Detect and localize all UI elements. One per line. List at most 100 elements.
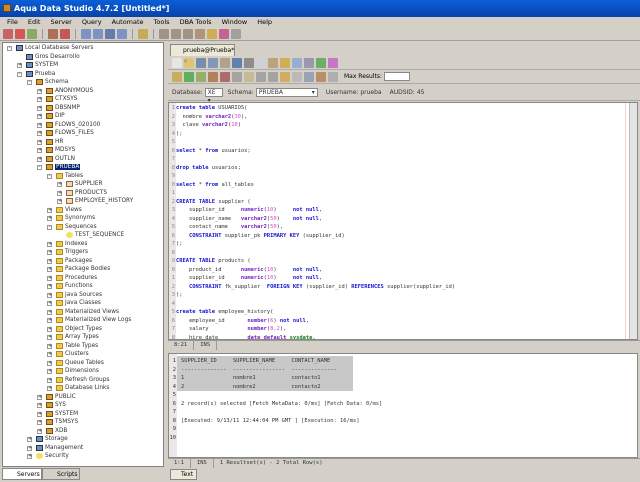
tree-item[interactable]: ANONYMOUS (55, 87, 93, 96)
tree-item[interactable]: EMPLOYEE_HISTORY (75, 197, 133, 206)
tree-expander-icon[interactable]: + (47, 258, 52, 264)
tree-item[interactable]: Local Database Servers (25, 44, 93, 53)
tree-item[interactable]: DBSNMP (55, 104, 80, 113)
tree-expander-icon[interactable]: + (37, 139, 42, 145)
tree-expander-icon[interactable]: + (47, 207, 52, 213)
tree-item[interactable]: Package Bodies (65, 265, 110, 274)
text-icon[interactable] (304, 71, 314, 82)
tree-expander-icon[interactable]: + (47, 369, 52, 374)
tree-expander-icon[interactable]: - (27, 80, 32, 85)
explain-icon[interactable] (208, 71, 218, 82)
tree-item[interactable]: OUTLN (55, 155, 75, 164)
tree-expander-icon[interactable]: + (47, 284, 52, 289)
stop-icon[interactable] (220, 71, 230, 82)
tab-text[interactable]: Text (170, 469, 197, 480)
tree-item[interactable]: Packages (65, 257, 92, 266)
tree-expander-icon[interactable]: - (7, 46, 12, 51)
tree-expander-icon[interactable]: + (37, 156, 42, 162)
commit-icon[interactable] (244, 71, 254, 82)
tree-item[interactable]: SUPPLIER (75, 180, 103, 189)
tree-item[interactable]: Views (65, 206, 82, 215)
tree-item[interactable]: Java Sources (65, 291, 102, 300)
toolbar-button-icon[interactable] (117, 29, 127, 39)
tree-expander-icon[interactable]: + (37, 105, 42, 111)
tree-expander-icon[interactable]: + (27, 437, 32, 442)
tree-item[interactable]: Security (45, 452, 69, 461)
grid-icon[interactable] (292, 71, 302, 82)
tree-item[interactable]: Clusters (65, 350, 89, 359)
schema-select[interactable]: PRUEBA ▾ (255, 88, 318, 97)
tree-expander-icon[interactable]: + (37, 114, 42, 119)
tree-expander-icon[interactable]: + (37, 97, 42, 102)
server-tree[interactable]: - Local Database Servers Gros Desarrollo + S… (2, 42, 164, 467)
tree-item[interactable]: Schema (45, 78, 68, 87)
paste-icon[interactable] (268, 57, 278, 68)
toolbar-button-icon[interactable] (231, 29, 241, 39)
print-icon[interactable] (232, 57, 242, 68)
editor-tab[interactable]: prueba@Prueba* × (170, 44, 235, 65)
tree-item[interactable]: SYSTEM (35, 61, 58, 70)
tree-item[interactable]: FLOWS_020100 (55, 121, 100, 130)
sql-editor[interactable]: 1create table USUARIOS(2 nombre varchar2… (168, 102, 638, 340)
tree-expander-icon[interactable]: + (47, 216, 52, 221)
results-panel[interactable]: 1 SUPPLIER_ID SUPPLIER_NAME CONTACT_NAME 2… (168, 353, 638, 458)
tree-expander-icon[interactable]: + (37, 403, 42, 408)
menu-file[interactable]: File (2, 17, 23, 28)
toolbar-button-icon[interactable] (48, 29, 58, 39)
tree-expander-icon[interactable]: + (47, 377, 52, 383)
cut-icon[interactable] (244, 57, 254, 68)
toolbar-button-icon[interactable] (3, 29, 13, 39)
toolbar-button-icon[interactable] (81, 29, 91, 39)
tree-expander-icon[interactable]: + (27, 454, 32, 459)
tree-expander-icon[interactable]: + (47, 309, 52, 315)
tree-item[interactable]: Dimensions (65, 367, 99, 376)
toolbar-button-icon[interactable] (159, 29, 169, 39)
tree-item[interactable]: PUBLIC (55, 393, 76, 402)
tree-expander-icon[interactable]: + (27, 445, 32, 451)
tab-scripts[interactable]: Scripts (42, 468, 80, 480)
editor-vertical-scrollbar[interactable] (629, 103, 637, 339)
tree-expander-icon[interactable]: + (57, 199, 62, 204)
tree-item[interactable]: TSMSYS (55, 418, 78, 427)
menu-automate[interactable]: Automate (107, 17, 149, 28)
toolbar-button-icon[interactable] (207, 29, 217, 39)
save-icon[interactable] (196, 57, 206, 68)
tree-item[interactable]: Functions (65, 282, 93, 291)
toolbar-button-icon[interactable] (93, 29, 103, 39)
tree-item[interactable]: Java Classes (65, 299, 101, 308)
tree-expander-icon[interactable]: + (47, 250, 52, 255)
menu-query[interactable]: Query (77, 17, 107, 28)
format-icon[interactable] (304, 57, 314, 68)
tree-item[interactable]: Procedures (65, 274, 97, 283)
tree-expander-icon[interactable]: + (47, 301, 52, 306)
copy-icon[interactable] (256, 57, 266, 68)
tree-expander-icon[interactable]: + (47, 326, 52, 332)
tree-expander-icon[interactable]: + (47, 360, 52, 366)
tree-expander-icon[interactable]: + (47, 292, 52, 298)
tree-item[interactable]: HR (55, 138, 63, 147)
tree-item[interactable]: Tables (65, 172, 83, 181)
menu-window[interactable]: Window (217, 17, 253, 28)
tree-expander-icon[interactable]: + (37, 88, 42, 94)
tree-item[interactable]: XDB (55, 427, 67, 436)
new-file-icon[interactable] (172, 57, 182, 68)
history-icon[interactable] (280, 71, 290, 82)
toolbar-button-icon[interactable] (27, 29, 37, 39)
tree-expander-icon[interactable]: + (37, 148, 42, 153)
tree-item[interactable]: FLOWS_FILES (55, 129, 94, 138)
open-icon[interactable] (184, 57, 194, 68)
tree-expander-icon[interactable]: + (37, 131, 42, 136)
tree-item[interactable]: CTXSYS (55, 95, 77, 104)
tree-expander-icon[interactable]: + (47, 241, 52, 247)
toolbar-button-icon[interactable] (195, 29, 205, 39)
tree-expander-icon[interactable]: + (47, 386, 52, 391)
tree-expander-icon[interactable]: + (57, 190, 62, 196)
tree-item[interactable]: Refresh Groups (65, 376, 109, 385)
settings-icon[interactable] (328, 71, 338, 82)
toolbar-button-icon[interactable] (105, 29, 115, 39)
tree-expander-icon[interactable]: + (47, 267, 52, 272)
toolbar-button-icon[interactable] (60, 29, 70, 39)
menu-help[interactable]: Help (252, 17, 277, 28)
menu-dba-tools[interactable]: DBA Tools (175, 17, 217, 28)
run-icon[interactable] (184, 71, 194, 82)
